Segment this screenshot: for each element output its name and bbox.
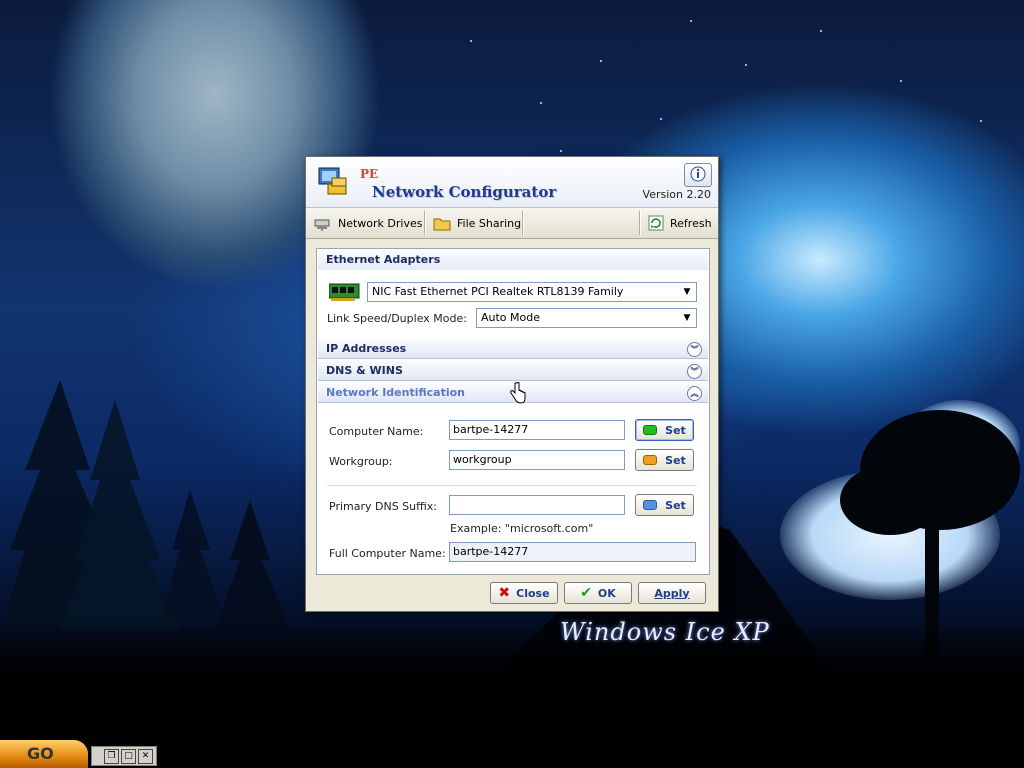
file-sharing-button[interactable]: File Sharing — [427, 212, 527, 234]
dropdown-arrow-icon: ▼ — [683, 287, 691, 297]
adapter-select-value: NIC Fast Ethernet PCI Realtek RTL8139 Fa… — [372, 285, 624, 298]
network-drives-button[interactable]: Network Drives — [308, 212, 428, 234]
collapse-chevron-icon: ︽ — [687, 386, 702, 401]
ok-label: OK — [597, 586, 616, 600]
network-card-icon — [329, 283, 360, 301]
dns-suffix-label: Primary DNS Suffix: — [329, 500, 437, 513]
workgroup-label: Workgroup: — [329, 455, 393, 468]
set-label: Set — [665, 423, 686, 437]
dialog-header: PE Network Configurator Version 2.20 — [306, 157, 718, 208]
apply-label: Apply — [654, 586, 690, 600]
orange-status-icon — [643, 455, 658, 465]
network-drive-icon — [314, 219, 330, 231]
set-computer-name-button[interactable]: Set — [635, 419, 694, 441]
expand-chevron-icon: ︾ — [687, 342, 702, 357]
info-button[interactable] — [684, 163, 712, 187]
dns-wins-title: DNS & WINS — [326, 364, 403, 377]
dns-suffix-input[interactable] — [449, 495, 625, 515]
refresh-label: Refresh — [670, 216, 712, 230]
dropdown-arrow-icon: ▼ — [683, 313, 691, 323]
network-drives-label: Network Drives — [338, 216, 423, 230]
computer-name-input[interactable]: bartpe-14277 — [449, 420, 625, 440]
window-control-tray: ❐ □ ✕ — [91, 746, 157, 766]
refresh-button[interactable]: Refresh — [642, 212, 718, 234]
full-computer-name-field: bartpe-14277 — [449, 542, 696, 562]
adapter-select[interactable]: NIC Fast Ethernet PCI Realtek RTL8139 Fa… — [367, 282, 697, 302]
restore-icon[interactable]: ❐ — [104, 748, 119, 764]
green-status-icon — [643, 425, 658, 435]
computer-name-label: Computer Name: — [329, 425, 424, 438]
info-icon — [690, 166, 706, 182]
dns-suffix-example: Example: "microsoft.com" — [450, 522, 594, 535]
network-identification-title: Network Identification — [326, 386, 466, 399]
set-label: Set — [665, 453, 686, 467]
ethernet-adapters-header: Ethernet Adapters — [318, 250, 708, 270]
dns-wins-header[interactable]: DNS & WINS ︾ — [318, 361, 708, 381]
pe-label: PE — [360, 167, 379, 181]
divider — [327, 485, 697, 486]
toolbar: Network Drives File Sharing Refresh — [306, 208, 718, 239]
watermark-text: Windows Ice XP — [560, 618, 770, 646]
link-speed-value: Auto Mode — [481, 311, 541, 324]
app-title: Network Configurator — [372, 183, 557, 201]
refresh-icon — [648, 215, 664, 231]
ethernet-adapters-title: Ethernet Adapters — [326, 253, 441, 266]
toolbar-separator — [424, 211, 426, 235]
set-workgroup-button[interactable]: Set — [635, 449, 694, 471]
full-computer-name-label: Full Computer Name: — [329, 547, 446, 560]
hand-pointer-icon — [510, 382, 526, 404]
close-button[interactable]: ✖ Close — [490, 582, 558, 604]
file-sharing-label: File Sharing — [457, 216, 522, 230]
blue-status-icon — [643, 500, 658, 510]
set-dns-suffix-button[interactable]: Set — [635, 494, 694, 516]
forest-silhouette — [0, 380, 290, 630]
maximize-icon[interactable]: □ — [121, 748, 136, 764]
link-speed-select[interactable]: Auto Mode ▼ — [476, 308, 697, 328]
settings-panel: Ethernet Adapters NIC Fast Ethernet PCI … — [316, 248, 710, 575]
expand-chevron-icon: ︾ — [687, 364, 702, 379]
toolbar-separator — [522, 211, 524, 235]
ip-addresses-title: IP Addresses — [326, 342, 407, 355]
ok-button[interactable]: ✔ OK — [564, 582, 632, 604]
network-app-icon — [318, 167, 347, 195]
apply-button[interactable]: Apply — [638, 582, 706, 604]
close-icon[interactable]: ✕ — [138, 748, 153, 764]
go-start-button[interactable]: GO — [0, 740, 88, 768]
close-label: Close — [516, 586, 550, 600]
ip-addresses-header[interactable]: IP Addresses ︾ — [318, 339, 708, 359]
workgroup-input[interactable]: workgroup — [449, 450, 625, 470]
version-label: Version 2.20 — [642, 188, 711, 201]
checkmark-icon: ✔ — [580, 585, 592, 601]
set-label: Set — [665, 498, 686, 512]
link-speed-label: Link Speed/Duplex Mode: — [327, 312, 467, 325]
toolbar-separator — [639, 211, 641, 235]
folder-icon — [433, 218, 451, 231]
close-x-icon: ✖ — [498, 585, 511, 601]
